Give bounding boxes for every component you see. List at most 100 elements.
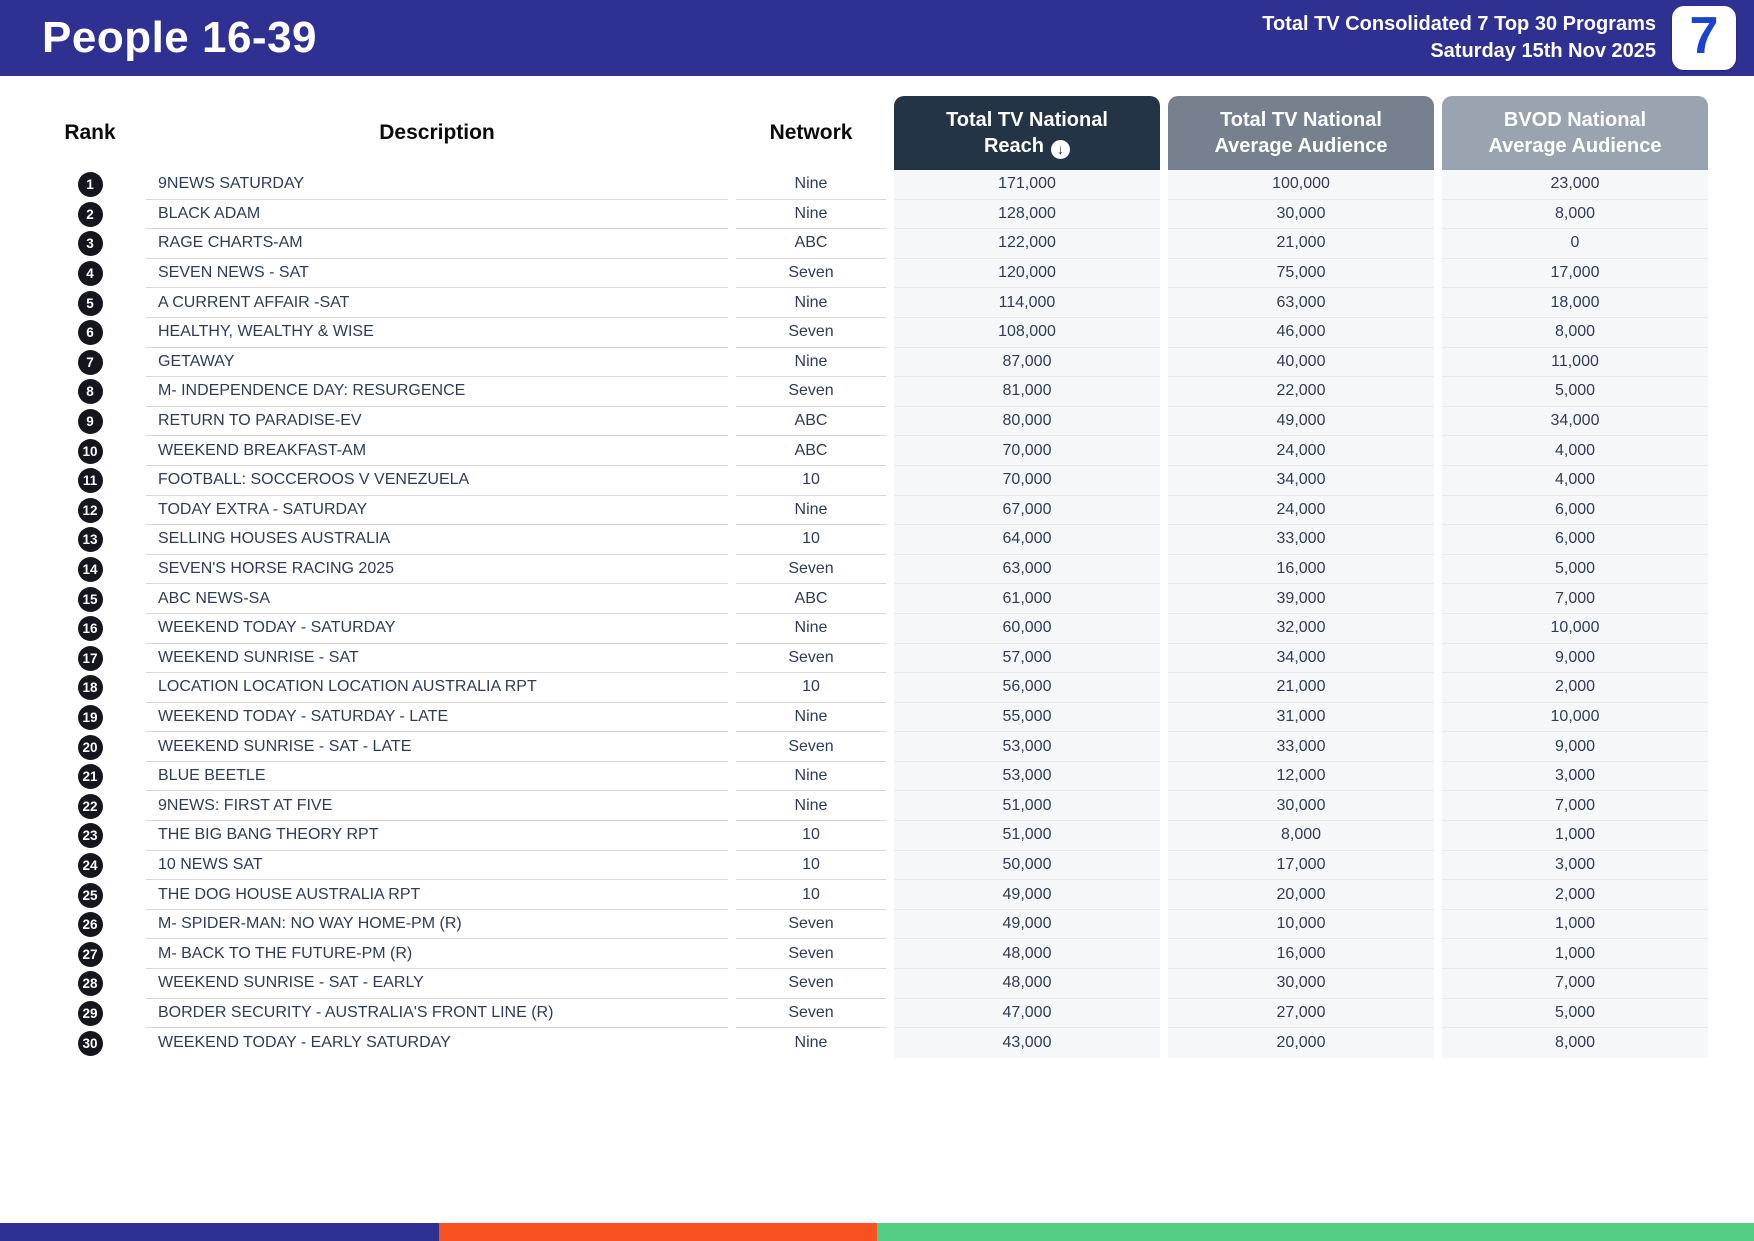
program-description: FOOTBALL: SOCCEROOS V VENEZUELA (146, 466, 728, 496)
table-row: 12 TODAY EXTRA - SATURDAY Nine 67,000 24… (42, 495, 1708, 526)
program-network: Nine (736, 762, 886, 792)
table-row: 26 M- SPIDER-MAN: NO WAY HOME-PM (R) Sev… (42, 909, 1708, 940)
rank-badge: 5 (77, 290, 103, 316)
total-tv-reach-value: 49,000 (894, 880, 1160, 910)
program-network: Nine (736, 614, 886, 644)
program-description: M- INDEPENDENCE DAY: RESURGENCE (146, 377, 728, 407)
rank-badge: 17 (77, 645, 103, 671)
rank-cell: 7 (42, 348, 138, 378)
rank-badge: 6 (77, 320, 103, 346)
column-header-total-tv-reach-label: Total TV National Reach (915, 107, 1139, 159)
total-tv-reach-value: 48,000 (894, 969, 1160, 999)
table-row: 28 WEEKEND SUNRISE - SAT - EARLY Seven 4… (42, 969, 1708, 999)
program-network: ABC (736, 584, 886, 614)
column-header-total-tv-average-audience-label: Total TV National Average Audience (1214, 109, 1388, 157)
column-header-total-tv-average-audience[interactable]: Total TV National Average Audience (1168, 96, 1434, 170)
table-row: 4 SEVEN NEWS - SAT Seven 120,000 75,000 … (42, 258, 1708, 289)
total-tv-reach-value: 47,000 (894, 998, 1160, 1029)
column-header-bvod-average-audience[interactable]: BVOD National Average Audience (1442, 96, 1708, 170)
rank-cell: 20 (42, 732, 138, 762)
total-tv-reach-value: 87,000 (894, 347, 1160, 378)
program-description: HEALTHY, WEALTHY & WISE (146, 318, 728, 348)
total-tv-reach-value: 61,000 (894, 584, 1160, 614)
rank-badge: 27 (77, 941, 103, 967)
total-tv-average-audience-value: 30,000 (1168, 969, 1434, 999)
table-row: 19 WEEKEND TODAY - SATURDAY - LATE Nine … (42, 702, 1708, 733)
rank-cell: 18 (42, 673, 138, 703)
rank-cell: 3 (42, 229, 138, 259)
table-row: 16 WEEKEND TODAY - SATURDAY Nine 60,000 … (42, 613, 1708, 644)
program-description: WEEKEND SUNRISE - SAT (146, 644, 728, 674)
report-subtitle-line1: Total TV Consolidated 7 Top 30 Programs (1262, 13, 1656, 35)
program-network: Seven (736, 732, 886, 762)
program-description: M- BACK TO THE FUTURE-PM (R) (146, 939, 728, 970)
total-tv-average-audience-value: 24,000 (1168, 436, 1434, 466)
total-tv-reach-value: 50,000 (894, 850, 1160, 881)
total-tv-reach-value: 128,000 (894, 199, 1160, 230)
rank-badge: 29 (77, 1000, 103, 1026)
column-header-total-tv-reach[interactable]: Total TV National Reach (894, 96, 1160, 170)
bvod-average-audience-value: 10,000 (1442, 702, 1708, 733)
page-title: People 16-39 (42, 13, 318, 62)
rank-cell: 6 (42, 318, 138, 348)
bvod-average-audience-value: 7,000 (1442, 791, 1708, 822)
rank-badge: 25 (77, 882, 103, 908)
total-tv-average-audience-value: 32,000 (1168, 613, 1434, 644)
rank-cell: 24 (42, 851, 138, 881)
program-description: WEEKEND BREAKFAST-AM (146, 436, 728, 466)
program-network: Seven (736, 910, 886, 940)
table-row: 5 A CURRENT AFFAIR -SAT Nine 114,000 63,… (42, 288, 1708, 318)
program-network: Seven (736, 969, 886, 999)
total-tv-average-audience-value: 30,000 (1168, 791, 1434, 822)
bvod-average-audience-value: 10,000 (1442, 613, 1708, 644)
bvod-average-audience-value: 23,000 (1442, 170, 1708, 200)
rank-badge: 19 (77, 704, 103, 730)
rank-badge: 15 (77, 586, 103, 612)
program-network: Nine (736, 791, 886, 822)
bvod-average-audience-value: 9,000 (1442, 643, 1708, 674)
program-network: Nine (794, 1034, 828, 1052)
program-description: SEVEN NEWS - SAT (146, 259, 728, 289)
total-tv-reach-value: 57,000 (894, 643, 1160, 674)
report-subtitle-line2: Saturday 15th Nov 2025 (1430, 40, 1656, 62)
rank-badge: 20 (77, 734, 103, 760)
table-row: 21 BLUE BEETLE Nine 53,000 12,000 3,000 (42, 761, 1708, 792)
total-tv-average-audience-value: 100,000 (1168, 170, 1434, 200)
rank-badge: 21 (77, 764, 103, 790)
total-tv-average-audience-value: 40,000 (1168, 347, 1434, 378)
footer-segment-green (877, 1223, 1754, 1241)
rank-cell: 13 (42, 525, 138, 555)
bvod-average-audience-value: 1,000 (1442, 909, 1708, 940)
program-network: ABC (736, 229, 886, 259)
table-row: 30 WEEKEND TODAY - EARLY SATURDAY Nine 4… (42, 1028, 1708, 1058)
program-description: THE BIG BANG THEORY RPT (146, 821, 728, 851)
program-description: 9NEWS: FIRST AT FIVE (146, 791, 728, 822)
rank-cell: 25 (42, 880, 138, 910)
program-network: 10 (736, 821, 886, 851)
rank-badge: 2 (77, 201, 103, 227)
bvod-average-audience-value: 3,000 (1442, 761, 1708, 792)
program-network: 10 (736, 880, 886, 910)
program-description: A CURRENT AFFAIR -SAT (146, 288, 728, 318)
rank-badge: 4 (77, 261, 103, 287)
program-description: WEEKEND SUNRISE - SAT - LATE (146, 732, 728, 762)
bvod-average-audience-value: 2,000 (1442, 880, 1708, 910)
rank-cell: 30 (42, 1028, 138, 1058)
total-tv-reach-value: 114,000 (894, 288, 1160, 318)
rank-cell: 1 (42, 170, 138, 200)
program-network: Nine (736, 200, 886, 230)
rank-badge: 12 (77, 497, 103, 523)
total-tv-average-audience-value: 10,000 (1168, 909, 1434, 940)
report-page: People 16-39 Total TV Consolidated 7 Top… (0, 0, 1754, 1241)
total-tv-average-audience-value: 33,000 (1168, 732, 1434, 762)
rank-cell: 23 (42, 821, 138, 851)
total-tv-average-audience-value: 16,000 (1168, 939, 1434, 970)
program-description: BORDER SECURITY - AUSTRALIA'S FRONT LINE… (146, 999, 728, 1029)
table-body: 1 9NEWS SATURDAY Nine 171,000 100,000 23… (42, 170, 1708, 1058)
program-description: M- SPIDER-MAN: NO WAY HOME-PM (R) (146, 910, 728, 940)
table-row: 15 ABC NEWS-SA ABC 61,000 39,000 7,000 (42, 584, 1708, 614)
program-description: WEEKEND TODAY - EARLY SATURDAY (158, 1034, 451, 1052)
total-tv-reach-value: 108,000 (894, 317, 1160, 348)
table-row: 6 HEALTHY, WEALTHY & WISE Seven 108,000 … (42, 317, 1708, 348)
bvod-average-audience-value: 4,000 (1442, 465, 1708, 496)
